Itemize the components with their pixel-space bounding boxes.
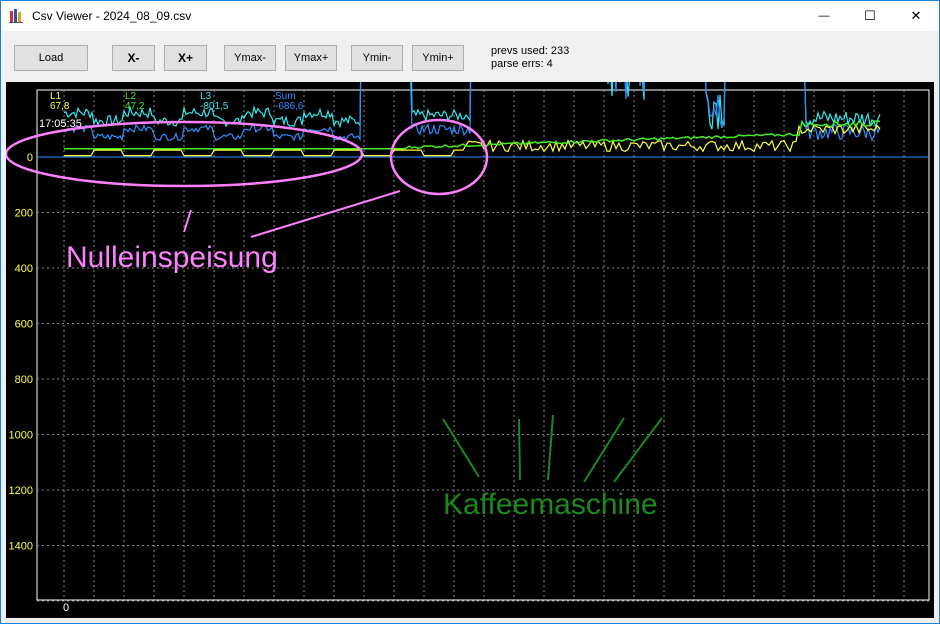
x-plus-button[interactable]: X+ (164, 45, 207, 71)
kaffeemaschine-pointer-5 (613, 417, 663, 483)
y-tick-label: 0 (27, 152, 33, 164)
close-icon: ✕ (910, 8, 922, 23)
y-tick-label: 400 (15, 263, 33, 275)
y-tick-label: 1000 (9, 430, 33, 442)
kaffeemaschine-pointer-1 (442, 418, 480, 478)
load-button[interactable]: Load (14, 45, 88, 71)
toolbar: Load X- X+ Ymax- Ymax+ Ymin- Ymin+ prevs… (1, 31, 939, 81)
x-minus-button[interactable]: X- (112, 45, 155, 71)
ymax-plus-button[interactable]: Ymax+ (285, 45, 337, 71)
chart-area[interactable]: 0 200 400 600 800 1000 1200 1400 L1 67,8 L2 47,2 L3… (6, 82, 934, 618)
ymin-plus-button[interactable]: Ymin+ (412, 45, 464, 71)
y-tick-label: 1400 (9, 541, 33, 553)
kaffeemaschine-pointer-3 (547, 414, 554, 481)
kaffeemaschine-label: Kaffeemaschine (443, 488, 658, 521)
minimize-button[interactable]: — (801, 1, 847, 31)
legend-value-l3: -801,5 (200, 101, 229, 112)
kaffeemaschine-pointer-2 (518, 418, 521, 481)
maximize-icon: ☐ (864, 8, 876, 23)
csv-viewer-window: Csv Viewer - 2024_08_09.csv — ☐ ✕ Load X… (0, 0, 940, 624)
legend-value-l2: 47,2 (125, 101, 145, 112)
minimize-icon: — (818, 10, 830, 22)
y-axis-tick-labels: 0 200 400 600 800 1000 1200 1400 (9, 152, 33, 553)
kaffeemaschine-pointer-4 (583, 417, 625, 483)
parse-errs-status: parse errs: 4 (491, 58, 553, 70)
title-bar[interactable]: Csv Viewer - 2024_08_09.csv — ☐ ✕ (1, 1, 939, 31)
close-button[interactable]: ✕ (893, 1, 939, 31)
y-tick-label: 800 (15, 374, 33, 386)
series-layer (63, 82, 881, 157)
window-title: Csv Viewer - 2024_08_09.csv (32, 9, 192, 23)
chart-grid (36, 89, 930, 602)
y-tick-label: 600 (15, 319, 33, 331)
legend-value-sum: -686,6 (275, 101, 304, 112)
nulleinspeisung-pointer-2 (250, 190, 401, 238)
prevs-used-status: prevs used: 233 (491, 45, 570, 57)
maximize-button[interactable]: ☐ (847, 1, 893, 31)
nulleinspeisung-label: Nulleinspeisung (66, 241, 278, 274)
app-icon (9, 9, 23, 23)
plot-border (36, 89, 930, 601)
x-origin-label: 0 (63, 602, 69, 614)
line-chart: 0200400600800100012001400 L167,8L247,2L3… (6, 82, 930, 614)
y-tick-label: 1200 (9, 485, 33, 497)
ymin-minus-button[interactable]: Ymin- (351, 45, 403, 71)
legend-value-l1: 67,8 (50, 101, 70, 112)
nulleinspeisung-pointer-1 (183, 209, 192, 233)
ymax-minus-button[interactable]: Ymax- (224, 45, 276, 71)
y-tick-label: 200 (15, 208, 33, 220)
